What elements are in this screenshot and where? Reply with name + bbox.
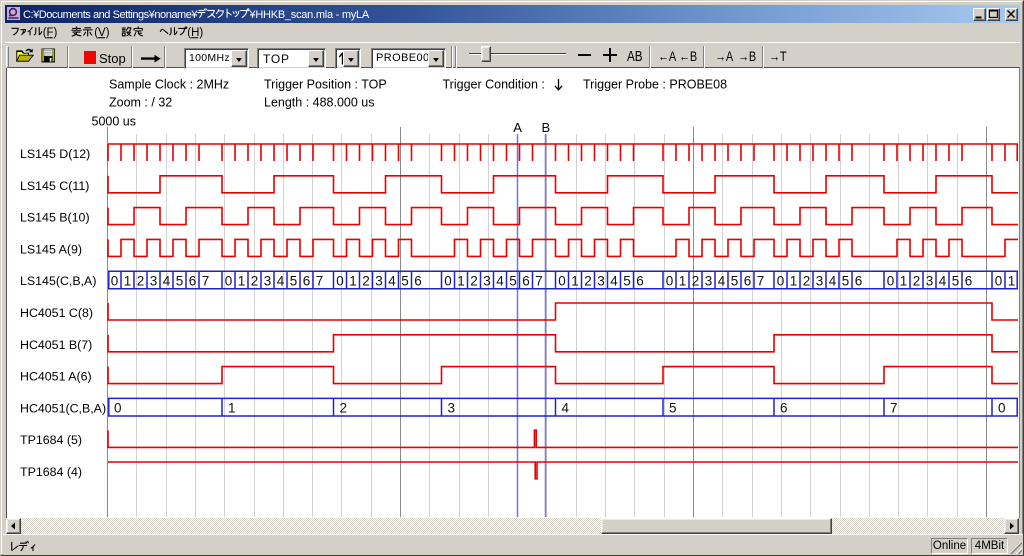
svg-text:(F): (F) xyxy=(43,27,58,39)
svg-text:(V): (V) xyxy=(94,27,110,39)
svg-text:C:¥Documents and Settings¥nona: C:¥Documents and Settings¥noname¥ xyxy=(23,9,198,21)
svg-text:(H): (H) xyxy=(187,27,203,39)
svg-text:¥HHKB_scan.mla - myLA: ¥HHKB_scan.mla - myLA xyxy=(248,9,369,21)
